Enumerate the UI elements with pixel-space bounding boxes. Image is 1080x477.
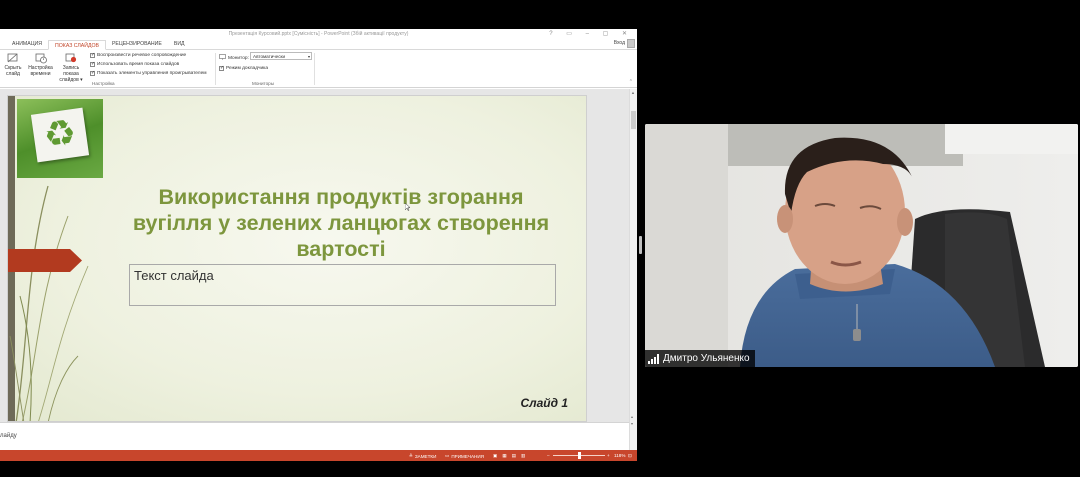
ribbon-separator bbox=[215, 53, 216, 85]
fit-slide-icon[interactable]: ⊡ bbox=[628, 453, 632, 459]
meeting-stage: Презентація Курсовий.pptx [Сумісність] -… bbox=[0, 0, 1080, 477]
presenter-view-checkbox[interactable]: Режим докладчика bbox=[219, 65, 269, 71]
rehearse-timings-label: Настройка времени bbox=[28, 65, 53, 77]
scrollbar-thumb[interactable] bbox=[631, 111, 636, 129]
comments-button-label: ПРИМЕЧАНИЯ bbox=[451, 453, 484, 459]
tab-view[interactable]: ВИД bbox=[168, 39, 191, 49]
monitor-label: Монитор: bbox=[228, 55, 249, 61]
media-controls-label: Показать элементы управления проигрывате… bbox=[97, 71, 207, 76]
timings-checkbox[interactable]: Использовать время показа слайдов bbox=[90, 61, 180, 67]
monitor-select[interactable]: Автоматически ▾ bbox=[250, 52, 312, 60]
narration-checkbox[interactable]: Воспроизвести речевое сопровождение bbox=[90, 52, 187, 58]
record-icon bbox=[65, 53, 77, 64]
notes-icon: ≙ bbox=[409, 453, 413, 458]
window-controls[interactable]: ? ▭ – ▢ ✕ bbox=[549, 29, 633, 39]
media-controls-check-box[interactable] bbox=[90, 70, 95, 76]
record-slideshow-label: Запись показа слайдов ▾ bbox=[59, 65, 83, 83]
status-bar: ≙ ЗАМЕТКИ ▭ ПРИМЕЧАНИЯ ▣ ▦ ▤ ▥ – + 118% … bbox=[0, 450, 637, 461]
signal-bars-icon bbox=[648, 353, 659, 364]
zoom-level[interactable]: 118% bbox=[614, 453, 625, 458]
record-slideshow-button[interactable]: Запись показа слайдов ▾ bbox=[55, 53, 87, 83]
participant-name-tag: Дмитро Ульяненко bbox=[645, 350, 755, 367]
recycle-photo: ♻ bbox=[17, 99, 103, 178]
group-monitors-label: Мониторы bbox=[252, 81, 274, 86]
timings-check-box[interactable] bbox=[90, 61, 95, 67]
media-controls-checkbox[interactable]: Показать элементы управления проигрывате… bbox=[90, 70, 207, 76]
recycle-icon: ♻ bbox=[41, 111, 79, 158]
zoom-slider-thumb[interactable] bbox=[578, 452, 581, 459]
slide-arrow-shape bbox=[8, 249, 82, 272]
narration-check-box[interactable] bbox=[90, 52, 95, 58]
reading-view-icon[interactable]: ▤ bbox=[512, 453, 519, 459]
slide-body-placeholder[interactable]: Текст слайда bbox=[129, 264, 556, 306]
slide-canvas[interactable]: ♻ Використання продуктів згорання вугілл… bbox=[7, 95, 587, 422]
zoom-out-icon[interactable]: – bbox=[547, 453, 550, 458]
sign-in-link[interactable]: Вход bbox=[614, 40, 625, 46]
participant-video-tile[interactable]: Дмитро Ульяненко bbox=[645, 124, 1078, 367]
window-titlebar: Презентація Курсовий.pptx [Сумісність] -… bbox=[0, 29, 637, 39]
chevron-down-icon: ▾ bbox=[307, 54, 310, 59]
notes-button-label: ЗАМЕТКИ bbox=[414, 453, 437, 459]
tab-review[interactable]: РЕЦЕНЗИРОВАНИЕ bbox=[106, 39, 168, 49]
slide-number-label: Слайд 1 bbox=[520, 396, 568, 410]
split-resize-handle[interactable] bbox=[639, 236, 642, 254]
window-title: Презентація Курсовий.pptx [Сумісність] -… bbox=[228, 31, 409, 37]
slide-title[interactable]: Використання продуктів згорання вугілля … bbox=[126, 184, 556, 262]
sorter-view-icon[interactable]: ▦ bbox=[502, 453, 509, 459]
shared-screen-powerpoint: Презентація Курсовий.pptx [Сумісність] -… bbox=[0, 29, 637, 461]
rehearse-timings-button[interactable]: Настройка времени bbox=[27, 53, 54, 77]
timings-label: Использовать время показа слайдов bbox=[97, 62, 180, 67]
recycle-card: ♻ bbox=[30, 107, 90, 163]
tab-slideshow[interactable]: ПОКАЗ СЛАЙДОВ bbox=[48, 40, 106, 50]
comments-button[interactable]: ▭ ПРИМЕЧАНИЯ bbox=[445, 453, 484, 459]
hide-slide-label: Скрыть слайд bbox=[4, 65, 22, 77]
presenter-view-check-box[interactable] bbox=[219, 65, 224, 71]
presenter-view-label: Режим докладчика bbox=[226, 66, 269, 71]
collapse-ribbon-icon[interactable]: ⌃ bbox=[629, 79, 633, 85]
monitor-row: Монитор: bbox=[219, 54, 249, 62]
participant-video-feed bbox=[645, 124, 1078, 367]
participant-name: Дмитро Ульяненко bbox=[663, 353, 750, 364]
ribbon-slideshow: Скрыть слайд Настройка времени Запись по… bbox=[0, 50, 637, 88]
narration-label: Воспроизвести речевое сопровождение bbox=[97, 53, 187, 58]
normal-view-icon[interactable]: ▣ bbox=[493, 453, 500, 459]
scroll-down-icon[interactable]: ▾ bbox=[631, 421, 633, 426]
comments-icon: ▭ bbox=[445, 453, 450, 458]
tab-animation[interactable]: АНИМАЦИЯ bbox=[6, 39, 48, 49]
slide-editor-area: ♻ Використання продуктів згорання вугілл… bbox=[0, 89, 637, 450]
account-avatar[interactable] bbox=[627, 39, 635, 48]
hide-slide-button[interactable]: Скрыть слайд bbox=[2, 53, 24, 77]
ribbon-separator bbox=[314, 53, 315, 85]
hide-slide-icon bbox=[7, 53, 19, 64]
timer-icon bbox=[35, 53, 47, 64]
notes-pane[interactable]: лайду bbox=[0, 422, 629, 450]
zoom-in-icon[interactable]: + bbox=[607, 453, 610, 458]
notes-button[interactable]: ≙ ЗАМЕТКИ bbox=[409, 453, 436, 459]
group-setup-label: Настройка bbox=[92, 81, 115, 86]
scroll-up-icon[interactable]: ▴ bbox=[631, 414, 633, 419]
scroll-up-icon[interactable]: ▲ bbox=[631, 90, 635, 95]
mouse-cursor-icon bbox=[405, 203, 410, 211]
slideshow-view-icon[interactable]: ▥ bbox=[521, 453, 528, 459]
ribbon-tabs: АНИМАЦИЯ ПОКАЗ СЛАЙДОВ РЕЦЕНЗИРОВАНИЕ ВИ… bbox=[0, 39, 637, 50]
notes-placeholder: лайду bbox=[0, 433, 17, 439]
view-buttons[interactable]: ▣ ▦ ▤ ▥ bbox=[493, 453, 528, 459]
monitor-icon bbox=[219, 54, 226, 62]
monitor-value: Автоматически bbox=[253, 54, 286, 59]
vertical-scrollbar[interactable]: ▲ ▴ ▾ bbox=[629, 89, 637, 450]
